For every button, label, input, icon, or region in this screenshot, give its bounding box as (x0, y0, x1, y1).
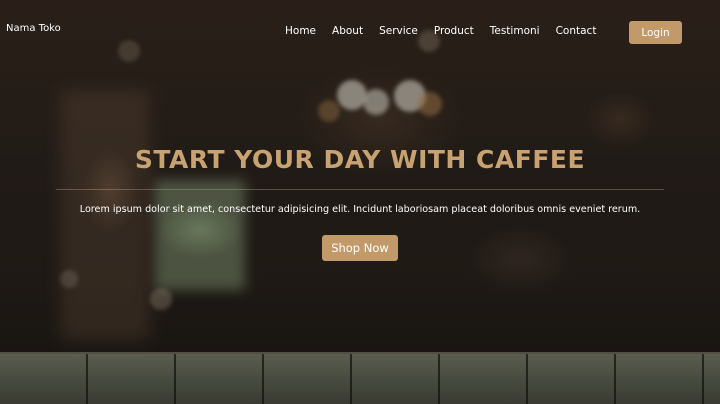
nav-link-home[interactable]: Home (285, 25, 316, 37)
nav-link-service[interactable]: Service (379, 25, 418, 37)
wooden-table-surface (0, 354, 720, 404)
nav-link-testimoni[interactable]: Testimoni (490, 25, 540, 37)
background-overlay (0, 0, 720, 404)
hero-section: Nama Toko Home About Service Product Tes… (0, 0, 720, 404)
main-nav: Home About Service Product Testimoni Con… (285, 25, 612, 37)
shop-now-button[interactable]: Shop Now (322, 235, 398, 261)
hero-subtext: Lorem ipsum dolor sit amet, consectetur … (79, 204, 641, 215)
hero-divider (56, 189, 664, 190)
login-button[interactable]: Login (629, 21, 682, 44)
nav-link-about[interactable]: About (332, 25, 363, 37)
hero-headline: START YOUR DAY WITH CAFFEE (134, 145, 586, 174)
nav-link-product[interactable]: Product (434, 25, 474, 37)
brand-name[interactable]: Nama Toko (6, 23, 61, 34)
nav-link-contact[interactable]: Contact (556, 25, 597, 37)
